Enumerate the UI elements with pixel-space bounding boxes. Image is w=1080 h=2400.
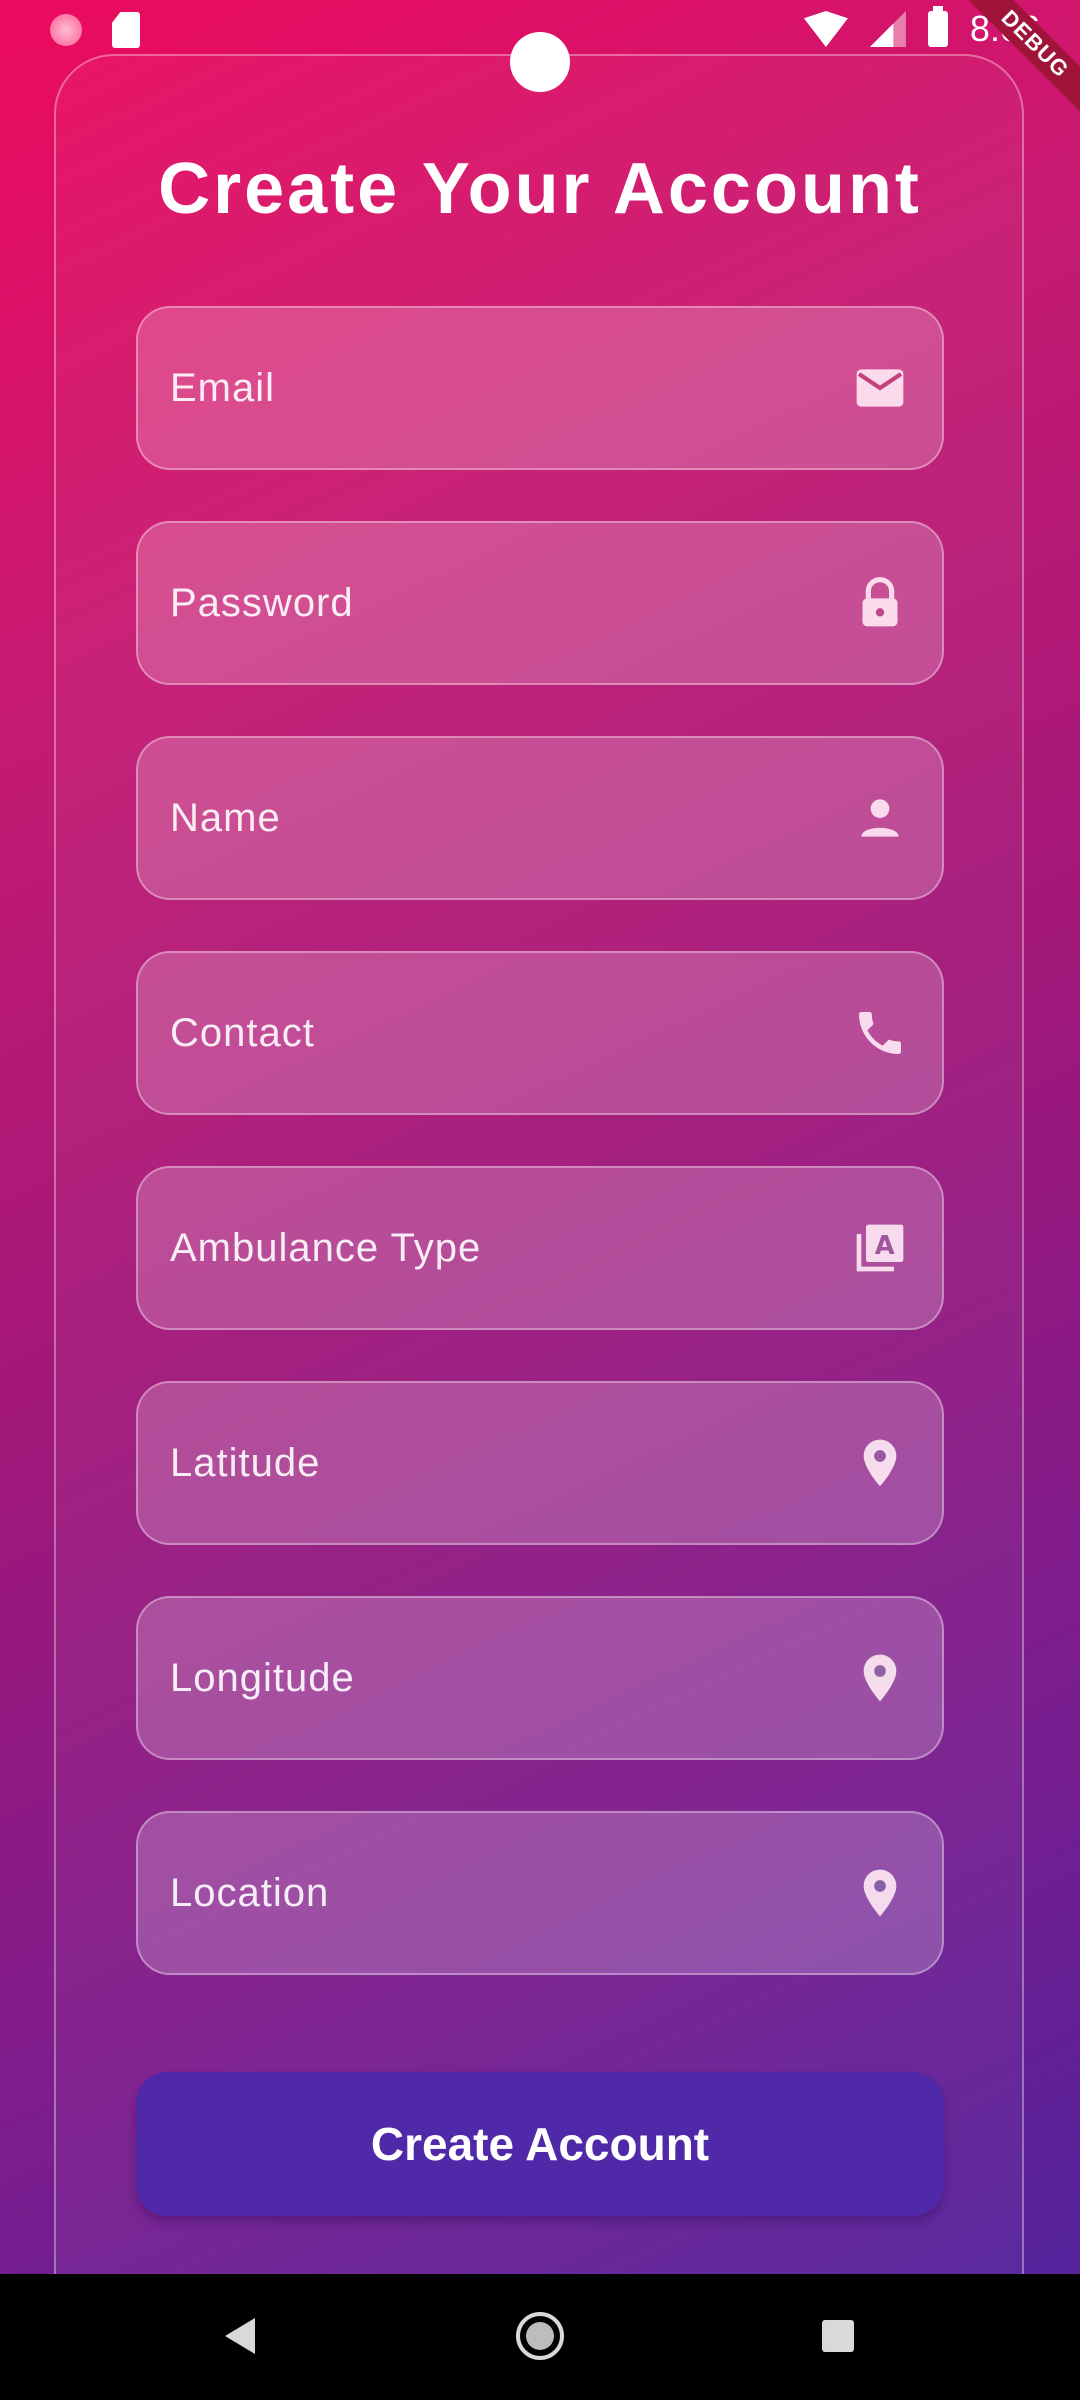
location-field[interactable]: Location xyxy=(136,1811,944,1975)
create-account-button[interactable]: Create Account xyxy=(136,2072,944,2216)
camera-cutout xyxy=(510,32,570,92)
mail-icon xyxy=(852,360,908,416)
ambulance-type-field[interactable]: Ambulance Type A xyxy=(136,1166,944,1330)
person-icon xyxy=(852,790,908,846)
contact-label: Contact xyxy=(170,1010,315,1055)
recent-apps-icon[interactable] xyxy=(822,2320,854,2352)
location-pin-icon xyxy=(852,1435,908,1491)
signup-screen: 8:06 DEBUG Create Your Account Email Pas… xyxy=(0,0,1080,2400)
password-field[interactable]: Password xyxy=(136,521,944,685)
back-icon[interactable] xyxy=(225,2318,255,2354)
contact-field[interactable]: Contact xyxy=(136,951,944,1115)
signal-icon xyxy=(870,11,906,47)
sd-card-icon xyxy=(112,12,140,48)
ambulance-type-label: Ambulance Type xyxy=(170,1225,482,1270)
location-label: Location xyxy=(170,1870,330,1915)
home-icon[interactable] xyxy=(516,2312,564,2360)
latitude-label: Latitude xyxy=(170,1440,321,1485)
svg-text:A: A xyxy=(875,1231,895,1261)
latitude-field[interactable]: Latitude xyxy=(136,1381,944,1545)
longitude-label: Longitude xyxy=(170,1655,355,1700)
page-title: Create Your Account xyxy=(158,149,922,229)
longitude-field[interactable]: Longitude xyxy=(136,1596,944,1760)
navigation-bar xyxy=(0,2274,1080,2400)
font-library-icon: A xyxy=(852,1220,908,1276)
email-label: Email xyxy=(170,365,276,410)
location-pin-icon xyxy=(852,1650,908,1706)
phone-icon xyxy=(852,1005,908,1061)
notification-icon xyxy=(50,14,82,46)
location-pin-icon xyxy=(852,1865,908,1921)
battery-icon xyxy=(927,6,948,47)
lock-icon xyxy=(852,575,908,631)
email-field[interactable]: Email xyxy=(136,306,944,470)
wifi-icon xyxy=(803,11,848,47)
password-label: Password xyxy=(170,580,354,625)
name-field[interactable]: Name xyxy=(136,736,944,900)
name-label: Name xyxy=(170,795,281,840)
